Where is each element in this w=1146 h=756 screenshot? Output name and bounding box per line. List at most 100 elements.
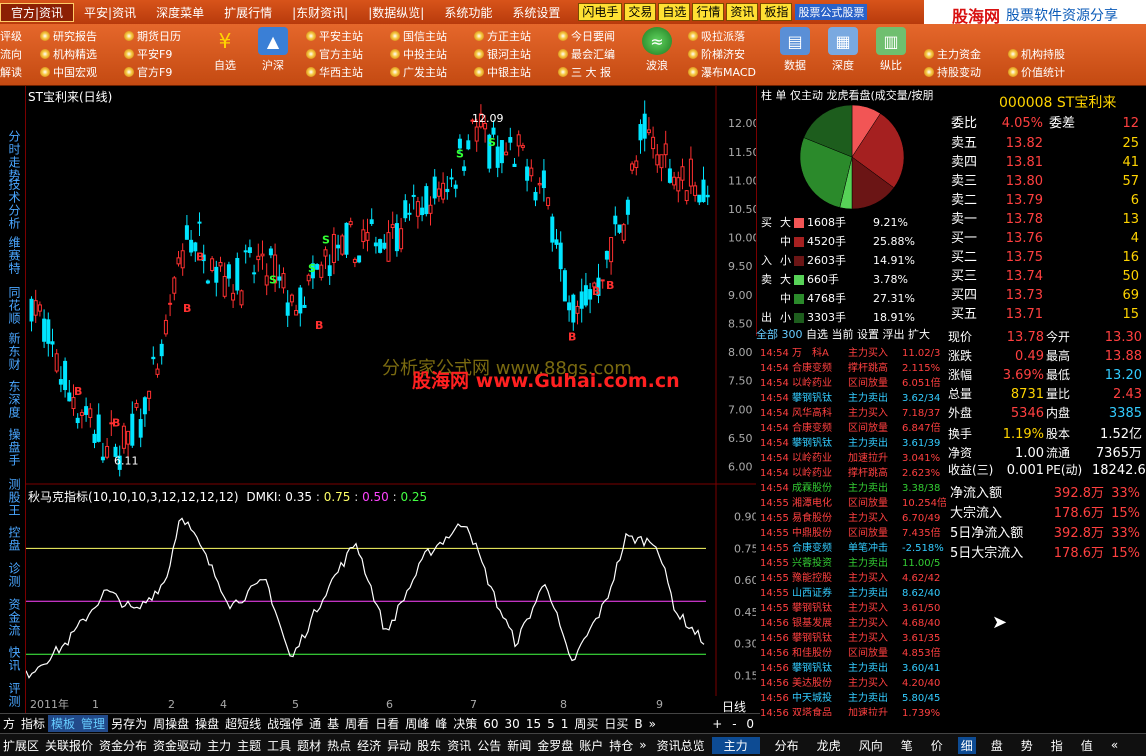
ribbon-rating[interactable]: 评级 bbox=[0, 28, 22, 44]
trade-alert-row[interactable]: 14:55 攀钢钒钛 主力买入 3.61/50 bbox=[760, 599, 940, 614]
tab-zijinliu[interactable]: 资金流 bbox=[6, 598, 23, 637]
ribbon-flow[interactable]: 流向 bbox=[0, 46, 22, 62]
watchlist-button[interactable]: 自选 bbox=[658, 3, 691, 21]
order-book-row[interactable]: 买四 13.73 69 bbox=[951, 284, 1139, 303]
order-book-row[interactable]: 卖二 13.79 6 bbox=[951, 189, 1139, 208]
tab-kuaixun[interactable]: 快讯 bbox=[6, 646, 23, 672]
bottom-tab[interactable]: 势 bbox=[1018, 737, 1036, 754]
ribbon-shsz[interactable]: ▲ 沪深 bbox=[250, 24, 296, 73]
trade-alert-row[interactable]: 14:56 美达股份 主力买入 4.20/40 bbox=[760, 674, 940, 689]
indicator-tab[interactable]: 峰 bbox=[432, 715, 450, 732]
indicator-tab[interactable]: B bbox=[631, 717, 645, 731]
trade-alert-row[interactable]: 14:55 易食股份 主力买入 6.70/49 bbox=[760, 509, 940, 524]
tab-xindongcai[interactable]: 新东财 bbox=[6, 332, 23, 371]
bottom-tab[interactable]: 金罗盘 bbox=[534, 737, 576, 754]
bottom-tab[interactable]: 新闻 bbox=[504, 737, 534, 754]
trade-alert-row[interactable]: 14:55 合康变频 单笔冲击 -2.518% bbox=[760, 539, 944, 554]
indicator-tab[interactable]: 15 bbox=[523, 717, 544, 731]
trades-expand[interactable]: 扩大 bbox=[908, 328, 930, 341]
ribbon-macro[interactable]: 中国宏观 bbox=[40, 64, 97, 80]
bottom-tab[interactable]: 笔 bbox=[898, 737, 916, 754]
menu-item-official[interactable]: 官方|资讯 bbox=[0, 2, 75, 22]
bottom-tab[interactable]: 股东 bbox=[414, 737, 444, 754]
indicator-tab[interactable]: 30 bbox=[502, 717, 523, 731]
ribbon-research[interactable]: 研究报告 bbox=[40, 28, 97, 44]
order-book-row[interactable]: 卖一 13.78 13 bbox=[951, 208, 1139, 227]
bottom-tab[interactable]: 龙虎 bbox=[814, 737, 844, 754]
flash-trade-button[interactable]: 闪电手 bbox=[578, 3, 623, 21]
indicator-tab[interactable]: 周峰 bbox=[402, 715, 432, 732]
news-button[interactable]: 资讯 bbox=[726, 3, 759, 21]
bottom-tab[interactable]: 经济 bbox=[354, 737, 384, 754]
trade-alert-row[interactable]: 14:56 攀钢钒钛 主力卖出 3.60/41 bbox=[760, 659, 940, 674]
bottom-tab[interactable]: 账户 bbox=[576, 737, 606, 754]
indicator-tab[interactable]: 模板 bbox=[48, 715, 79, 732]
bottom-tab[interactable]: 细 bbox=[957, 736, 976, 754]
zoom-in[interactable]: + bbox=[709, 717, 725, 731]
ribbon-xila[interactable]: 吸拉派落 bbox=[688, 28, 745, 44]
tab-technical[interactable]: 技术分析 bbox=[6, 178, 23, 230]
bottom-tab[interactable]: 分布 bbox=[772, 737, 802, 754]
indicator-tab[interactable]: 另存为 bbox=[108, 715, 150, 732]
quotes-button[interactable]: 行情 bbox=[692, 3, 725, 21]
ribbon-huaxi-server[interactable]: 华西主站 bbox=[306, 64, 363, 80]
bottom-tab[interactable]: 扩展区 bbox=[0, 737, 42, 754]
trade-alert-row[interactable]: 14:55 兴蓉投资 主力卖出 11.00/5 bbox=[760, 554, 940, 569]
bottom-tab[interactable]: 资金驱动 bbox=[150, 737, 204, 754]
trade-alert-row[interactable]: 14:54 以岭药业 撑杆跳高 2.623% bbox=[760, 464, 940, 479]
ribbon-guangfa-server[interactable]: 广发主站 bbox=[390, 64, 447, 80]
tab-tonghuashun[interactable]: 同花顺 bbox=[6, 286, 23, 325]
order-book-row[interactable]: 买二 13.75 16 bbox=[951, 246, 1139, 265]
trades-watch[interactable]: 自选 bbox=[806, 328, 828, 341]
ribbon-guoxin-server[interactable]: 国信主站 bbox=[390, 28, 447, 44]
bottom-tab[interactable]: 指 bbox=[1048, 737, 1066, 754]
indicator-tab[interactable]: 周操盘 bbox=[150, 715, 192, 732]
menu-item-data[interactable]: |数据纵览| bbox=[358, 4, 434, 21]
zoom-out[interactable]: - bbox=[729, 717, 739, 731]
tab-active[interactable]: 仅主动 bbox=[790, 89, 823, 102]
tab-cegu[interactable]: 测股王 bbox=[6, 478, 23, 517]
board-index-button[interactable]: 板指 bbox=[760, 3, 793, 21]
tab-bars[interactable]: 柱 bbox=[761, 89, 772, 102]
indicator-tab[interactable]: 超短线 bbox=[222, 715, 264, 732]
trades-current[interactable]: 当前 bbox=[832, 328, 854, 341]
menu-item-extended[interactable]: 扩展行情 bbox=[214, 4, 282, 21]
ribbon-depth[interactable]: ▦ 深度 bbox=[820, 24, 866, 73]
bottom-tab[interactable]: « bbox=[1108, 738, 1121, 752]
indicator-tab[interactable]: 指标 bbox=[18, 715, 48, 732]
tab-intraday[interactable]: 分时走势 bbox=[6, 130, 23, 182]
trade-alert-row[interactable]: 14:56 双塔食品 加速拉升 1.739% bbox=[760, 704, 940, 716]
zoom-reset[interactable]: 0 bbox=[743, 717, 757, 731]
kline-chart-area[interactable]: 12.0011.5011.0010.5010.009.509.008.508.0… bbox=[25, 86, 760, 716]
trade-button[interactable]: 交易 bbox=[624, 3, 657, 21]
bottom-tab[interactable]: 主题 bbox=[234, 737, 264, 754]
order-book-row[interactable]: 买三 13.74 50 bbox=[951, 265, 1139, 284]
bottom-tab[interactable]: 主力 bbox=[204, 737, 234, 754]
order-book-row[interactable]: 卖五 13.82 25 bbox=[951, 132, 1139, 151]
tab-dongshendu[interactable]: 东深度 bbox=[6, 380, 23, 419]
bottom-tab[interactable]: 公告 bbox=[474, 737, 504, 754]
menu-item-eastmoney[interactable]: |东财资讯| bbox=[282, 4, 358, 21]
menu-item-system[interactable]: 系统功能 bbox=[434, 4, 502, 21]
bottom-tab[interactable]: 热点 bbox=[324, 737, 354, 754]
trade-alert-row[interactable]: 14:56 攀钢钒钛 主力买入 3.61/35 bbox=[760, 629, 940, 644]
trade-alert-row[interactable]: 14:54 攀钢钒钛 主力卖出 3.61/39 bbox=[760, 434, 940, 449]
bottom-tab[interactable]: 主力 bbox=[711, 736, 760, 754]
ribbon-compare[interactable]: ▥ 纵比 bbox=[868, 24, 914, 73]
indicator-tab[interactable]: 日买 bbox=[601, 715, 631, 732]
trade-alert-row[interactable]: 14:54 万 科A 主力买入 11.02/3 bbox=[760, 344, 940, 359]
bottom-tab[interactable]: 持仓 bbox=[606, 737, 636, 754]
menu-item-depth[interactable]: 深度菜单 bbox=[146, 4, 214, 21]
ribbon-yinhe-server[interactable]: 银河主站 bbox=[474, 46, 531, 62]
ribbon-zhongyin-server[interactable]: 中银主站 bbox=[474, 64, 531, 80]
ribbon-digest[interactable]: 最会汇编 bbox=[558, 46, 615, 62]
tab-weisaite[interactable]: 维赛特 bbox=[6, 236, 23, 275]
ribbon-official-server[interactable]: 官方主站 bbox=[306, 46, 363, 62]
ribbon-futures[interactable]: 期货日历 bbox=[124, 28, 181, 44]
indicator-tab[interactable]: 5 bbox=[544, 717, 558, 731]
bottom-tab[interactable]: 关联报价 bbox=[42, 737, 96, 754]
menu-item-pingan[interactable]: 平安|资讯 bbox=[74, 4, 146, 21]
indicator-tab[interactable]: 日看 bbox=[372, 715, 402, 732]
bottom-tab[interactable]: » bbox=[636, 738, 649, 752]
trade-alert-row[interactable]: 14:54 以岭药业 区间放量 6.051倍 bbox=[760, 374, 941, 389]
